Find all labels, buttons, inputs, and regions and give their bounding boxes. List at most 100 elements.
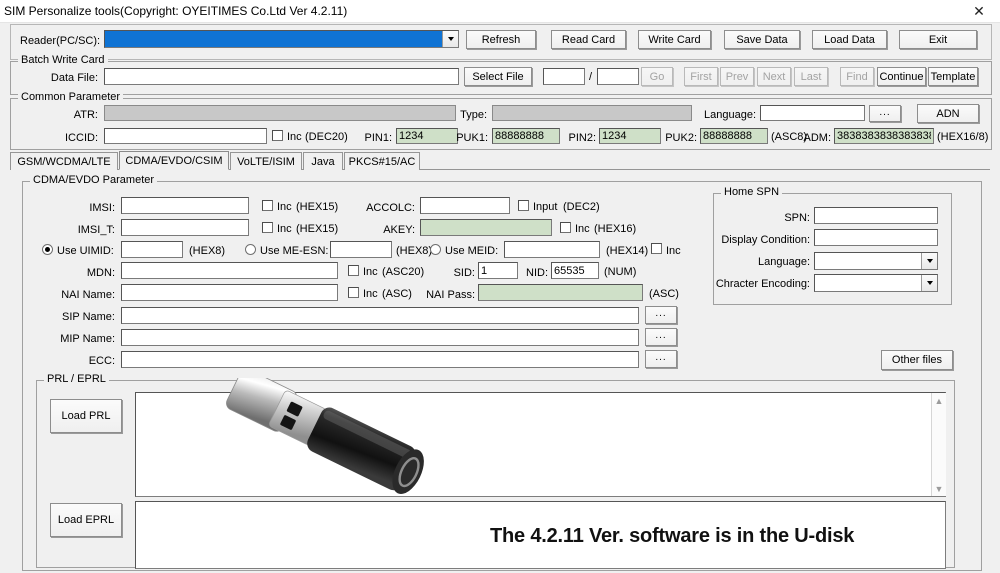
iccid-inc-label: Inc — [287, 131, 302, 143]
cdma-group-label: CDMA/EVDO Parameter — [30, 175, 158, 186]
iccid-inc-checkbox[interactable] — [272, 130, 283, 141]
reader-select[interactable] — [104, 30, 459, 48]
character-encoding-select[interactable] — [814, 274, 938, 292]
imsi-t-format-label: (HEX15) — [296, 223, 339, 235]
sip-browse-button[interactable]: ... — [645, 306, 677, 324]
tab-pkcs15-ac[interactable]: PKCS#15/AC — [344, 152, 420, 170]
tab-gsm-wcdma-lte[interactable]: GSM/WCDMA/LTE — [10, 152, 118, 170]
chevron-down-icon[interactable] — [442, 31, 458, 47]
nai-pass-input[interactable] — [478, 284, 643, 301]
sip-name-input[interactable] — [121, 307, 639, 324]
mip-name-input[interactable] — [121, 329, 639, 346]
display-condition-input[interactable] — [814, 229, 938, 246]
load-eprl-button[interactable]: Load EPRL — [50, 503, 122, 537]
imsi-t-inc-label: Inc — [277, 223, 292, 235]
load-data-button[interactable]: Load Data — [812, 30, 887, 49]
imsi-input[interactable] — [121, 197, 249, 214]
pin1-input[interactable] — [396, 128, 458, 144]
last-button[interactable]: Last — [794, 67, 828, 86]
save-data-button[interactable]: Save Data — [724, 30, 800, 49]
meid-input[interactable] — [504, 241, 600, 258]
batch-group-label: Batch Write Card — [18, 55, 108, 66]
use-meid-radio[interactable] — [430, 244, 441, 255]
prev-button[interactable]: Prev — [720, 67, 754, 86]
akey-inc-checkbox[interactable] — [560, 222, 571, 233]
go-button[interactable]: Go — [641, 67, 673, 86]
tab-cdma-evdo-csim[interactable]: CDMA/EVDO/CSIM — [119, 151, 229, 170]
title-divider — [0, 22, 1000, 23]
nid-label: NID: — [526, 267, 548, 279]
spn-label: SPN: — [784, 212, 810, 224]
read-card-button[interactable]: Read Card — [551, 30, 626, 49]
accolc-input-checkbox[interactable] — [518, 200, 529, 211]
puk2-input[interactable] — [700, 128, 768, 144]
nai-name-input[interactable] — [121, 284, 338, 301]
sip-name-label: SIP Name: — [62, 311, 115, 323]
exit-button[interactable]: Exit — [899, 30, 977, 49]
template-button[interactable]: Template — [928, 67, 978, 86]
use-uimid-radio[interactable] — [42, 244, 53, 255]
load-prl-button[interactable]: Load PRL — [50, 399, 122, 433]
use-me-esn-radio[interactable] — [245, 244, 256, 255]
iccid-input[interactable] — [104, 128, 267, 144]
first-button[interactable]: First — [684, 67, 718, 86]
tab-volte-isim[interactable]: VoLTE/ISIM — [230, 152, 302, 170]
nid-format-label: (NUM) — [604, 266, 637, 278]
uimid-input[interactable] — [121, 241, 183, 258]
spn-input[interactable] — [814, 207, 938, 224]
uimid-format-label: (HEX8) — [189, 245, 226, 257]
batch-index-current-input[interactable] — [543, 68, 585, 85]
write-card-button[interactable]: Write Card — [638, 30, 711, 49]
language-browse-button[interactable]: ... — [869, 105, 901, 122]
common-language-input[interactable] — [760, 105, 865, 121]
common-group-label: Common Parameter — [18, 92, 124, 103]
imsi-inc-label: Inc — [277, 201, 292, 213]
nai-name-inc-label: Inc — [363, 288, 378, 300]
imsi-inc-checkbox[interactable] — [262, 200, 273, 211]
chevron-down-icon[interactable] — [921, 253, 937, 269]
eprl-list-text — [136, 502, 945, 508]
tab-java[interactable]: Java — [303, 152, 343, 170]
accolc-input-label: Input — [533, 201, 558, 213]
mdn-input[interactable] — [121, 262, 338, 279]
nai-name-label: NAI Name: — [61, 289, 115, 301]
nid-input[interactable] — [551, 262, 599, 279]
akey-inc-label: Inc — [575, 223, 590, 235]
continue-button[interactable]: Continue — [877, 67, 926, 86]
ecc-browse-button[interactable]: ... — [645, 350, 677, 368]
tab-strip: GSM/WCDMA/LTE CDMA/EVDO/CSIM VoLTE/ISIM … — [10, 151, 990, 170]
puk1-input[interactable] — [492, 128, 560, 144]
data-file-input[interactable] — [104, 68, 459, 85]
refresh-button[interactable]: Refresh — [466, 30, 536, 49]
scroll-up-icon[interactable]: ▲ — [932, 393, 946, 408]
meid-inc-checkbox[interactable] — [651, 243, 662, 254]
accolc-input[interactable] — [420, 197, 510, 214]
use-me-esn-label: Use ME-ESN: — [260, 245, 329, 257]
me-esn-input[interactable] — [330, 241, 392, 258]
other-files-button[interactable]: Other files — [881, 350, 953, 370]
chevron-down-icon[interactable] — [921, 275, 937, 291]
imsi-t-input[interactable] — [121, 219, 249, 236]
close-icon[interactable]: ✕ — [958, 0, 1000, 22]
adn-button[interactable]: ADN — [917, 104, 979, 123]
select-file-button[interactable]: Select File — [464, 67, 532, 86]
mip-browse-button[interactable]: ... — [645, 328, 677, 346]
find-button[interactable]: Find — [840, 67, 874, 86]
akey-input[interactable] — [420, 219, 552, 236]
nai-name-inc-checkbox[interactable] — [348, 287, 359, 298]
ecc-input[interactable] — [121, 351, 639, 368]
scroll-down-icon[interactable]: ▼ — [932, 481, 946, 496]
next-button[interactable]: Next — [757, 67, 791, 86]
mdn-inc-checkbox[interactable] — [348, 265, 359, 276]
common-language-label: Language: — [704, 109, 756, 121]
spn-language-value — [815, 253, 921, 269]
batch-index-total-input[interactable] — [597, 68, 639, 85]
prl-scrollbar[interactable]: ▲ ▼ — [931, 393, 946, 496]
adm-input[interactable] — [834, 128, 934, 144]
prl-list[interactable] — [135, 392, 946, 497]
imsi-t-inc-checkbox[interactable] — [262, 222, 273, 233]
pin2-input[interactable] — [599, 128, 661, 144]
spn-language-select[interactable] — [814, 252, 938, 270]
type-input — [492, 105, 692, 121]
sid-input[interactable] — [478, 262, 518, 279]
